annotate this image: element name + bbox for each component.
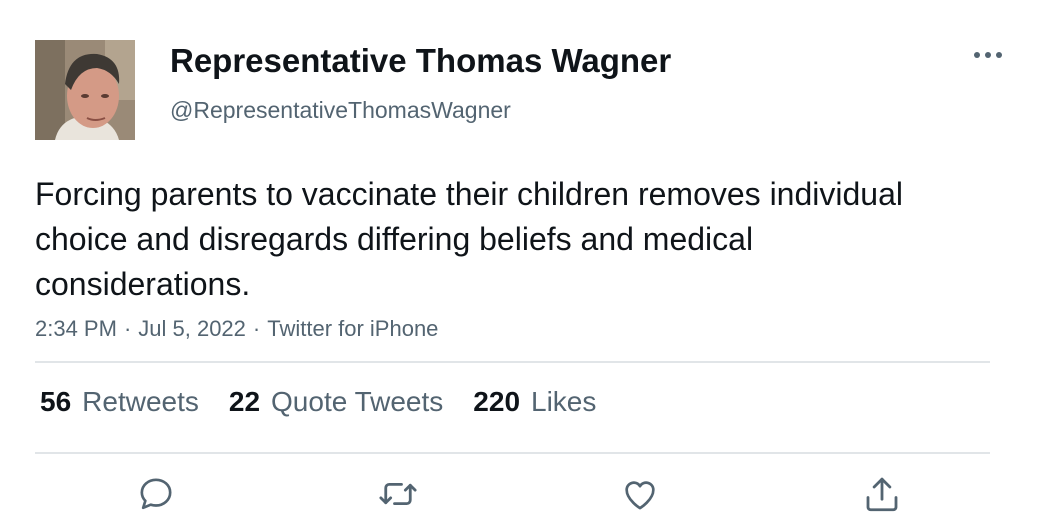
likes-stat[interactable]: 220 Likes [473,386,596,418]
retweets-stat[interactable]: 56 Retweets [40,386,199,418]
share-button[interactable] [860,472,904,516]
reply-icon [140,478,172,510]
quote-tweets-label: Quote Tweets [271,386,444,417]
like-icon [625,481,655,510]
retweets-count: 56 [40,386,72,417]
divider-bottom [35,452,990,454]
like-button[interactable] [618,472,662,516]
tweet-text: Forcing parents to vaccinate their child… [35,176,903,302]
quote-tweets-count: 22 [228,386,261,417]
likes-label: Likes [531,386,597,417]
avatar-photo [35,40,135,140]
avatar[interactable] [35,40,135,140]
retweets-label: Retweets [82,386,199,417]
more-options-icon[interactable] [968,40,1008,70]
divider-top [35,361,990,363]
tweet-source[interactable]: Twitter for iPhone [267,316,438,341]
retweet-icon [379,482,417,506]
reply-button[interactable] [134,472,178,516]
quote-tweets-stat[interactable]: 22 Quote Tweets [229,386,443,418]
share-icon [866,477,898,512]
tweet-date[interactable]: Jul 5, 2022 [138,316,246,341]
meta-separator: · [123,316,132,341]
engagement-stats: 56 Retweets 22 Quote Tweets 220 Likes [40,386,596,418]
tweet-meta: 2:34 PM · Jul 5, 2022 · Twitter for iPhone [35,316,438,342]
author-name[interactable]: Representative Thomas Wagner [170,42,671,80]
author-handle[interactable]: @RepresentativeThomasWagner [170,97,511,124]
tweet-time[interactable]: 2:34 PM [35,316,117,341]
meta-separator: · [252,316,261,341]
likes-count: 220 [473,386,521,417]
action-bar [0,472,1050,522]
retweet-button[interactable] [376,472,420,516]
